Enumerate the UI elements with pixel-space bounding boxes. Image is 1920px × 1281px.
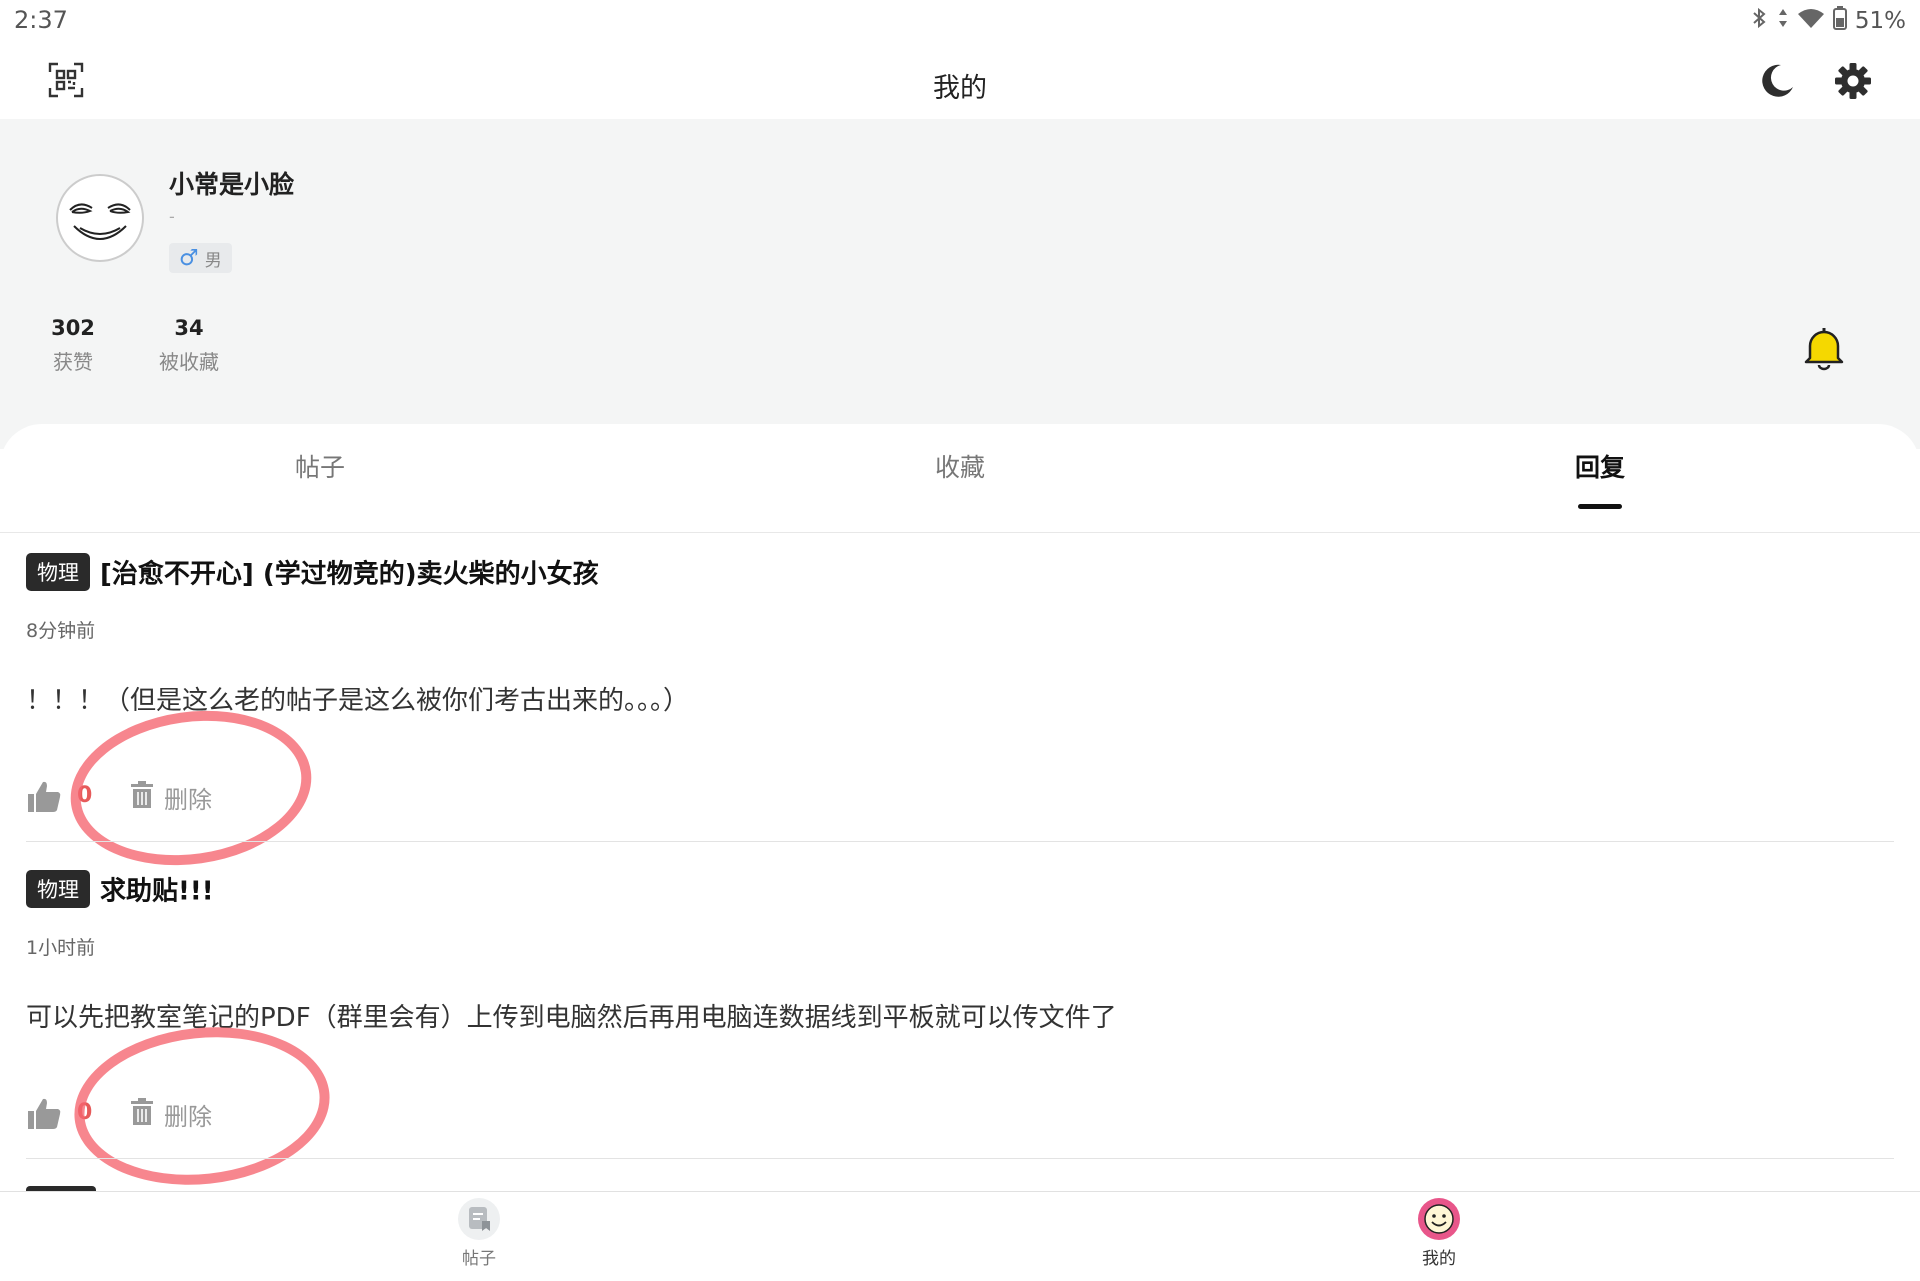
stat-likes-value: 302	[51, 316, 95, 340]
username: 小常是小脸	[169, 170, 295, 199]
reply-post-header[interactable]: 物理 求助贴!!!	[26, 870, 214, 908]
bottom-nav	[0, 1191, 1920, 1281]
divider	[26, 1158, 1894, 1159]
gender-badge: ♂ 男	[169, 243, 232, 273]
nav-mine[interactable]: 我的	[1379, 1198, 1499, 1269]
tab-favorites[interactable]: 收藏	[860, 448, 1060, 484]
nav-posts-label: 帖子	[462, 1249, 496, 1269]
gear-icon[interactable]	[1828, 56, 1878, 106]
category-tag: 物理	[26, 553, 90, 591]
battery-percent: 51%	[1854, 8, 1906, 34]
tab-indicator	[1578, 504, 1622, 509]
battery-icon	[1832, 6, 1847, 36]
delete-button[interactable]: 删除	[130, 1097, 212, 1132]
nav-posts[interactable]: 帖子	[419, 1198, 539, 1269]
stat-favorited-label: 被收藏	[159, 350, 219, 374]
stat-likes: 302 获赞	[32, 316, 114, 375]
gender-label: 男	[204, 250, 222, 271]
moon-icon[interactable]	[1752, 56, 1802, 106]
stat-favorited-value: 34	[174, 316, 204, 340]
trash-icon	[130, 1097, 154, 1132]
like-count: 0	[77, 783, 93, 808]
male-icon: ♂	[179, 245, 199, 271]
post-title: 求助贴!!!	[100, 876, 214, 907]
divider	[26, 841, 1894, 842]
page-title: 我的	[933, 73, 987, 104]
thumbs-up-icon[interactable]	[26, 778, 62, 814]
category-tag: 物理	[26, 870, 90, 908]
reply-content: ！！！（但是这么老的帖子是这么被你们考古出来的。。。）	[26, 686, 690, 716]
delete-button[interactable]: 删除	[130, 780, 212, 815]
status-time: 2:37	[14, 6, 68, 34]
bluetooth-icon	[1751, 7, 1769, 35]
thumbs-up-icon[interactable]	[26, 1095, 62, 1131]
tab-posts[interactable]: 帖子	[220, 448, 420, 484]
nav-mine-label: 我的	[1422, 1249, 1456, 1269]
reply-time: 8分钟前	[26, 620, 96, 642]
trash-icon	[130, 780, 154, 815]
status-icons: 51%	[1751, 6, 1906, 36]
tab-replies[interactable]: 回复	[1500, 448, 1700, 484]
stat-likes-label: 获赞	[53, 350, 93, 374]
avatar[interactable]	[56, 174, 144, 262]
post-title: [治愈不开心] (学过物竞的)卖火柴的小女孩	[100, 559, 599, 590]
smiley-avatar-icon	[1418, 1198, 1460, 1240]
like-count: 0	[77, 1100, 93, 1125]
reply-time: 1小时前	[26, 937, 96, 959]
delete-label: 删除	[164, 1103, 212, 1131]
reply-content: 可以先把教室笔记的PDF（群里会有）上传到电脑然后再用电脑连数据线到平板就可以传…	[26, 1003, 1117, 1033]
signature: -	[169, 207, 175, 226]
wifi-icon	[1797, 7, 1825, 35]
data-arrows-icon	[1777, 7, 1789, 35]
stat-favorited: 34 被收藏	[144, 316, 234, 375]
reply-post-header[interactable]: 物理 [治愈不开心] (学过物竞的)卖火柴的小女孩	[26, 553, 599, 591]
delete-label: 删除	[164, 786, 212, 814]
bell-icon[interactable]	[1800, 324, 1848, 372]
posts-nav-icon	[458, 1198, 500, 1240]
